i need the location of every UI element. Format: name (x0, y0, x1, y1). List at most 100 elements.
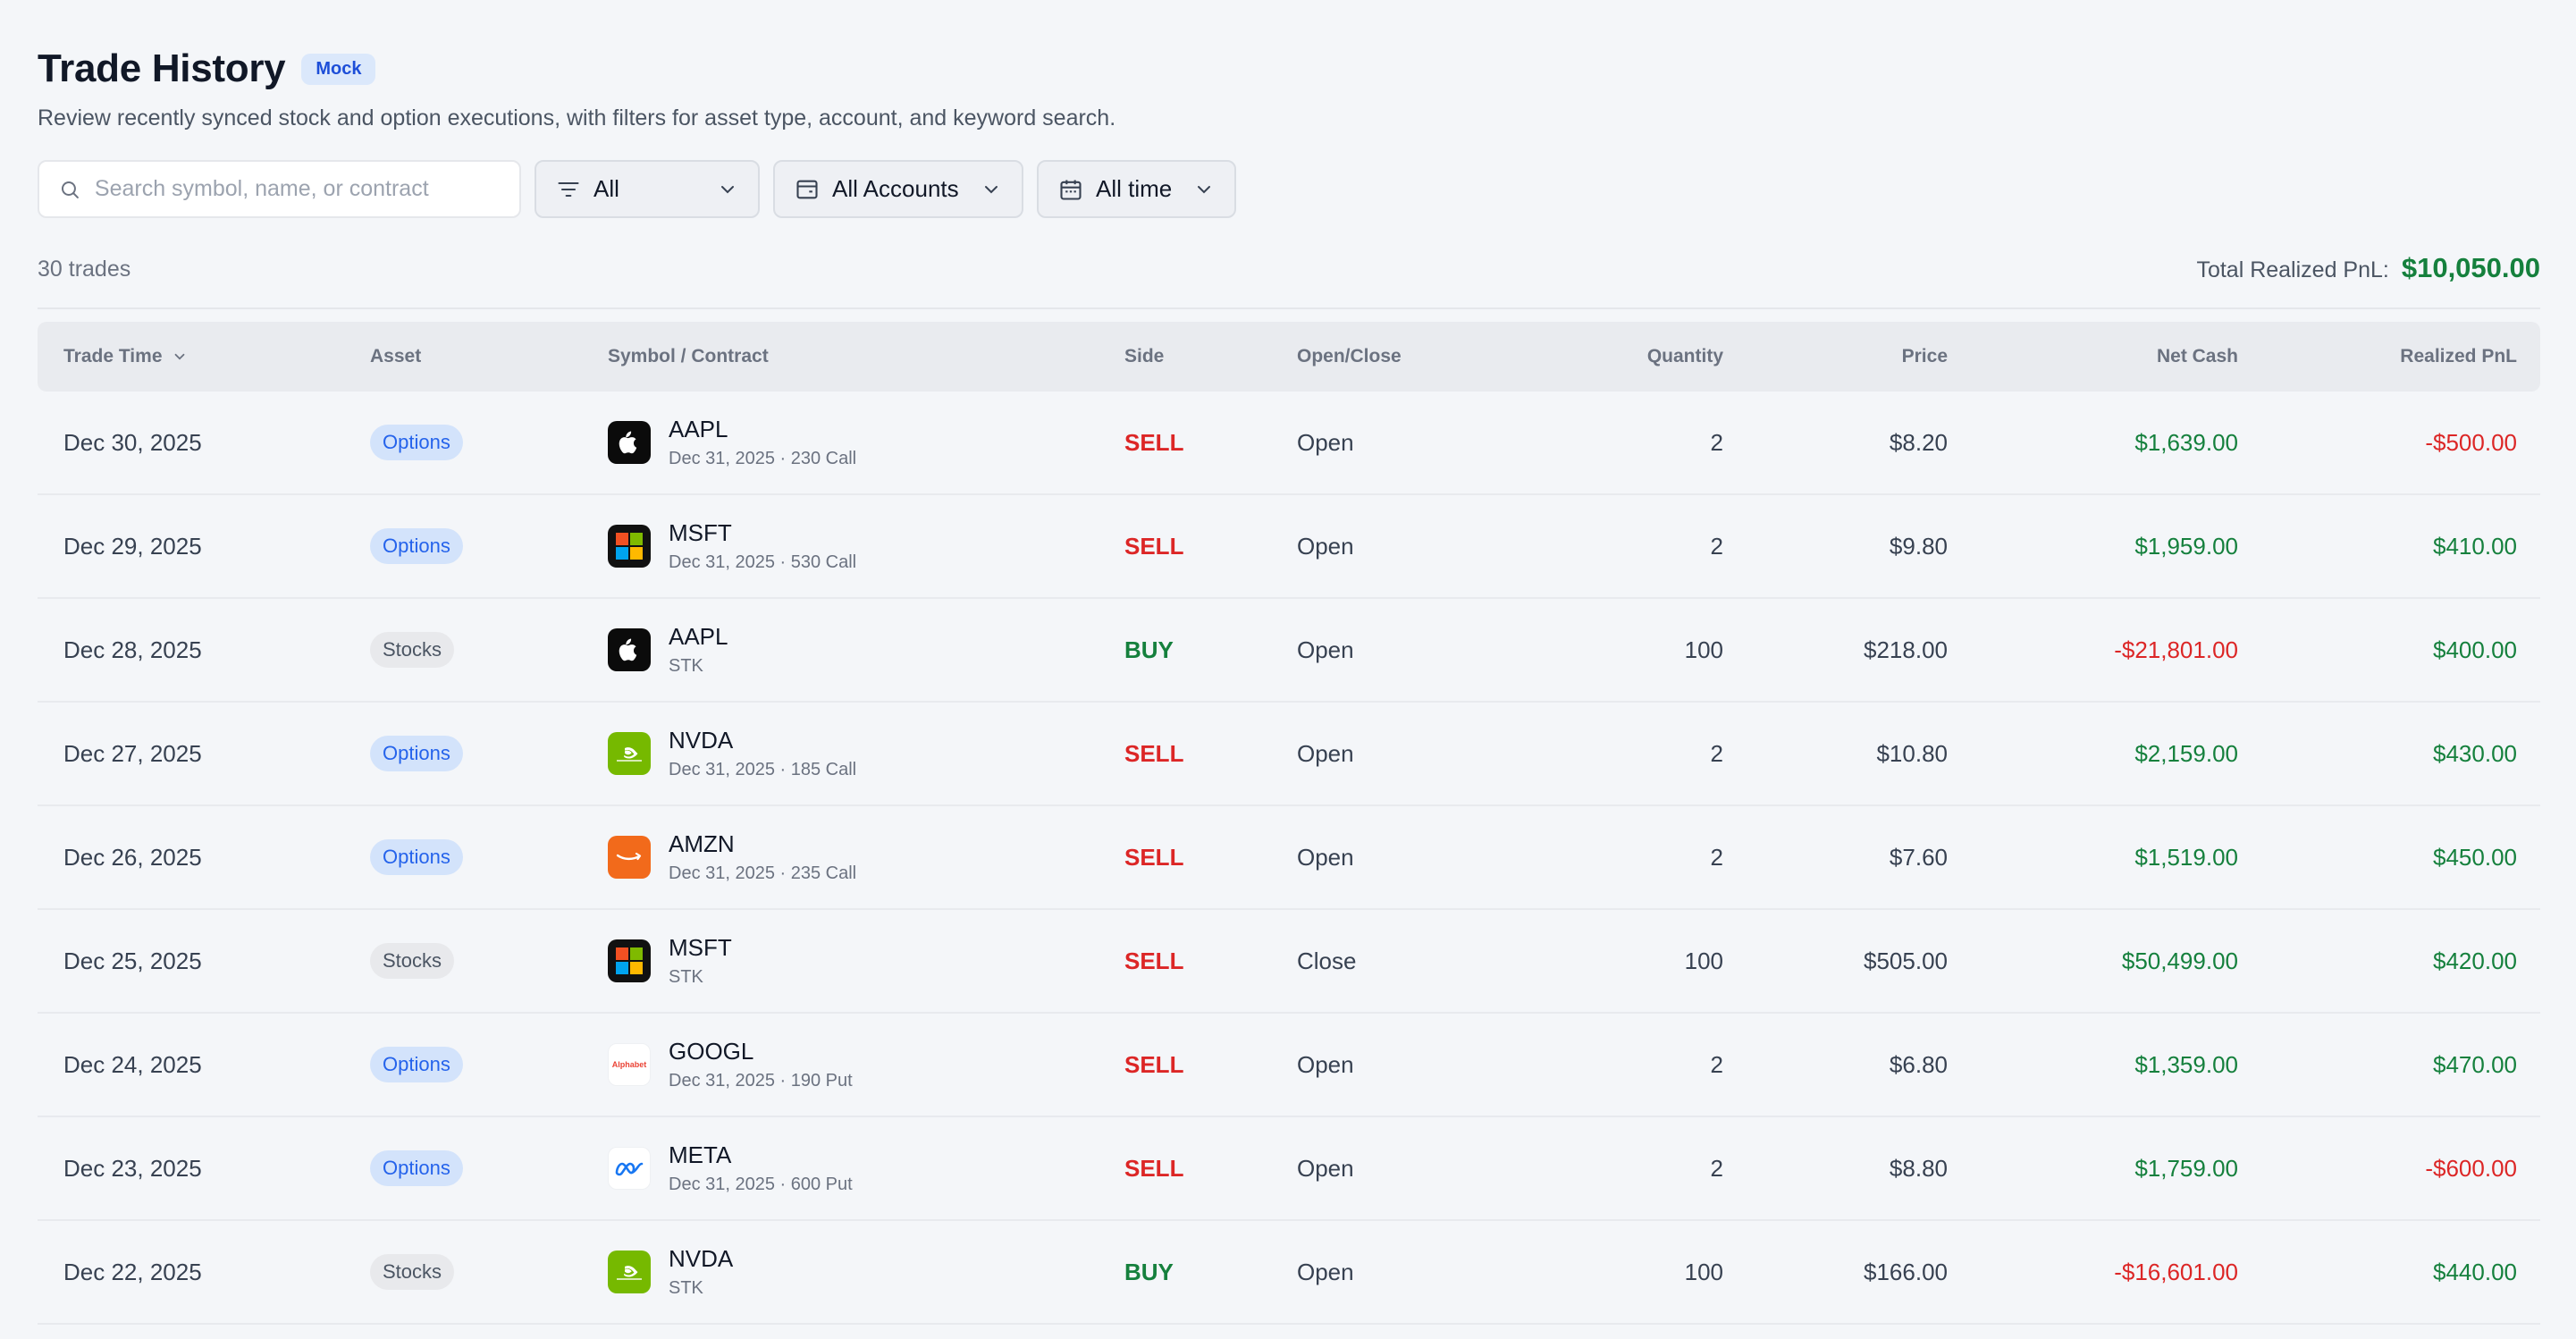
total-realized-pnl: Total Realized PnL: $10,050.00 (2196, 252, 2540, 284)
symbol: NVDA (669, 1245, 734, 1272)
open-close: Open (1297, 739, 1354, 767)
contract-detail: Dec 31, 2025 · 190 Put (669, 1071, 853, 1091)
column-header-trade-time[interactable]: Trade Time (38, 346, 370, 367)
trade-time: Dec 22, 2025 (63, 1258, 202, 1285)
net-cash: $2,159.00 (2134, 739, 2238, 767)
sort-chevron-down-icon (174, 353, 184, 360)
symbol: NVDA (669, 727, 734, 754)
trade-time: Dec 26, 2025 (63, 843, 202, 871)
contract-detail: Dec 31, 2025 · 185 Call (669, 760, 857, 779)
table-row[interactable]: Dec 25, 2025 Stocks MSFT STK SELL Close … (38, 910, 2540, 1014)
price: $10.80 (1876, 739, 1948, 767)
chevron-down-icon (721, 185, 734, 193)
contract-detail: Dec 31, 2025 · 530 Call (669, 552, 857, 572)
apple-icon (608, 421, 651, 464)
trades-table: Trade Time Asset Symbol / Contract Side … (38, 322, 2540, 1325)
search-input[interactable] (94, 176, 500, 202)
chevron-down-icon (985, 185, 998, 193)
column-header-realized-pnl: Realized PnL (2400, 346, 2517, 366)
title-row: Trade History Mock (38, 46, 376, 91)
trade-side: SELL (1124, 1154, 1184, 1182)
table-row[interactable]: Dec 24, 2025 Options Alphabet GOOGL Dec … (38, 1014, 2540, 1117)
table-header: Trade Time Asset Symbol / Contract Side … (38, 322, 2540, 392)
table-row[interactable]: Dec 30, 2025 Options AAPL Dec 31, 2025 ·… (38, 392, 2540, 495)
trade-time: Dec 23, 2025 (63, 1154, 202, 1182)
open-close: Open (1297, 636, 1354, 663)
symbol: META (669, 1141, 732, 1168)
quantity: 2 (1710, 428, 1723, 456)
table-row[interactable]: Dec 28, 2025 Stocks AAPL STK BUY Open 10… (38, 599, 2540, 703)
column-header-side: Side (1124, 346, 1165, 366)
trade-time: Dec 27, 2025 (63, 739, 202, 767)
alphabet-logo-text: Alphabet (611, 1060, 647, 1069)
net-cash: $1,959.00 (2134, 532, 2238, 560)
price: $505.00 (1864, 947, 1948, 974)
quantity: 100 (1684, 947, 1723, 974)
contract-detail: Dec 31, 2025 · 235 Call (669, 863, 857, 883)
realized-pnl: $420.00 (2433, 947, 2517, 974)
open-close: Open (1297, 428, 1354, 456)
price: $8.80 (1889, 1154, 1948, 1182)
net-cash: $1,359.00 (2134, 1050, 2238, 1078)
mock-badge: Mock (301, 53, 376, 85)
asset-type-value: All (593, 175, 619, 202)
trade-side: SELL (1124, 947, 1184, 974)
table-row[interactable]: Dec 29, 2025 Options MSFT Dec 31, 2025 ·… (38, 495, 2540, 599)
trade-count: 30 trades (38, 257, 131, 282)
open-close: Open (1297, 532, 1354, 560)
asset-badge: Stocks (370, 1254, 455, 1290)
trade-side: BUY (1124, 1258, 1174, 1285)
trade-time: Dec 28, 2025 (63, 636, 202, 663)
realized-pnl: $440.00 (2433, 1258, 2517, 1285)
trade-side: SELL (1124, 532, 1184, 560)
column-header-quantity: Quantity (1646, 346, 1723, 366)
net-cash: $1,519.00 (2134, 843, 2238, 871)
total-pnl-label: Total Realized PnL: (2196, 257, 2389, 282)
table-row[interactable]: Dec 26, 2025 Options AMZN Dec 31, 2025 ·… (38, 806, 2540, 910)
asset-badge: Options (370, 1150, 463, 1186)
trade-time: Dec 30, 2025 (63, 428, 202, 456)
filter-icon (558, 181, 579, 197)
page-subtitle: Review recently synced stock and option … (38, 105, 1116, 131)
quantity: 2 (1710, 843, 1723, 871)
realized-pnl: -$500.00 (2425, 428, 2517, 456)
filter-bar: All All Accounts All time (38, 160, 1236, 218)
time-range-dropdown[interactable]: All time (1037, 160, 1236, 218)
trade-side: SELL (1124, 843, 1184, 871)
account-dropdown[interactable]: All Accounts (773, 160, 1023, 218)
asset-badge: Stocks (370, 632, 455, 668)
realized-pnl: $470.00 (2433, 1050, 2517, 1078)
contract-detail: STK (669, 967, 703, 987)
meta-icon (608, 1147, 651, 1190)
asset-badge: Options (370, 736, 463, 771)
nvidia-icon (608, 732, 651, 775)
contract-detail: Dec 31, 2025 · 230 Call (669, 449, 857, 468)
net-cash: -$16,601.00 (2114, 1258, 2238, 1285)
quantity: 2 (1710, 1050, 1723, 1078)
column-header-label: Trade Time (63, 346, 163, 366)
trade-time: Dec 25, 2025 (63, 947, 202, 974)
net-cash: $1,639.00 (2134, 428, 2238, 456)
search-box[interactable] (38, 160, 521, 218)
divider (38, 307, 2540, 309)
quantity: 2 (1710, 1154, 1723, 1182)
table-row[interactable]: Dec 22, 2025 Stocks NVDA STK BUY Open 10… (38, 1221, 2540, 1325)
table-row[interactable]: Dec 23, 2025 Options META Dec 31, 2025 ·… (38, 1117, 2540, 1221)
quantity: 2 (1710, 532, 1723, 560)
alphabet-icon: Alphabet (608, 1043, 651, 1086)
apple-icon (608, 628, 651, 671)
microsoft-icon (608, 939, 651, 982)
price: $218.00 (1864, 636, 1948, 663)
symbol: MSFT (669, 934, 732, 961)
asset-badge: Options (370, 528, 463, 564)
open-close: Open (1297, 843, 1354, 871)
asset-type-dropdown[interactable]: All (535, 160, 760, 218)
quantity: 100 (1684, 636, 1723, 663)
realized-pnl: -$600.00 (2425, 1154, 2517, 1182)
open-close: Open (1297, 1154, 1354, 1182)
symbol: AMZN (669, 830, 735, 857)
contract-detail: STK (669, 1278, 703, 1298)
table-row[interactable]: Dec 27, 2025 Options NVDA Dec 31, 2025 ·… (38, 703, 2540, 806)
symbol: AAPL (669, 416, 728, 442)
quantity: 100 (1684, 1258, 1723, 1285)
